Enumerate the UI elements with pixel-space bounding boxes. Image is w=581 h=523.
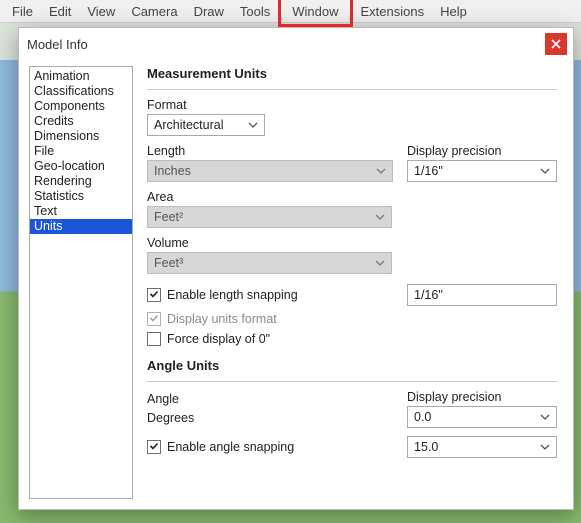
chevron-down-icon — [376, 168, 386, 174]
menubar: File Edit View Camera Draw Tools Window … — [0, 0, 581, 23]
display-precision-value: 1/16" — [414, 164, 443, 178]
sidebar-item-units[interactable]: Units — [30, 219, 132, 234]
angle-units-heading: Angle Units — [147, 358, 557, 373]
main-panel: Measurement Units Format Architectural L… — [133, 66, 563, 499]
measurement-units-heading: Measurement Units — [147, 66, 557, 81]
chevron-down-icon — [375, 214, 385, 220]
enable-angle-snapping-checkbox[interactable] — [147, 440, 161, 454]
enable-length-snapping-checkbox[interactable] — [147, 288, 161, 302]
angle-precision-value: 0.0 — [414, 410, 431, 424]
angle-precision-label: Display precision — [407, 390, 557, 404]
length-value: Inches — [154, 164, 191, 178]
chevron-down-icon — [375, 260, 385, 266]
enable-angle-snapping-label: Enable angle snapping — [167, 440, 294, 454]
dialog-titlebar[interactable]: Model Info — [19, 28, 573, 60]
display-units-format-checkbox — [147, 312, 161, 326]
category-sidebar: Animation Classifications Components Cre… — [29, 66, 133, 499]
sidebar-item-classifications[interactable]: Classifications — [30, 84, 132, 99]
sidebar-item-rendering[interactable]: Rendering — [30, 174, 132, 189]
menu-file[interactable]: File — [4, 2, 41, 21]
close-button[interactable] — [545, 33, 567, 55]
volume-label: Volume — [147, 236, 557, 250]
sidebar-item-components[interactable]: Components — [30, 99, 132, 114]
area-select: Feet² — [147, 206, 392, 228]
angle-precision-select[interactable]: 0.0 — [407, 406, 557, 428]
format-label: Format — [147, 98, 557, 112]
menu-window[interactable]: Window — [278, 0, 352, 27]
dialog-title: Model Info — [27, 37, 88, 52]
checkmark-icon — [149, 312, 159, 326]
menu-view[interactable]: View — [79, 2, 123, 21]
checkmark-icon — [149, 288, 159, 302]
chevron-down-icon — [540, 414, 550, 420]
length-label: Length — [147, 144, 393, 158]
model-info-dialog: Model Info Animation Classifications Com… — [18, 27, 574, 510]
menu-draw[interactable]: Draw — [186, 2, 232, 21]
menu-edit[interactable]: Edit — [41, 2, 79, 21]
display-precision-label: Display precision — [407, 144, 557, 158]
length-snapping-value: 1/16" — [414, 288, 443, 302]
length-snapping-input[interactable]: 1/16" — [407, 284, 557, 306]
chevron-down-icon — [540, 168, 550, 174]
sidebar-item-file[interactable]: File — [30, 144, 132, 159]
angle-label: Angle — [147, 392, 393, 406]
force-display-checkbox[interactable] — [147, 332, 161, 346]
close-icon — [551, 37, 561, 52]
force-display-label: Force display of 0" — [167, 332, 270, 346]
menu-help[interactable]: Help — [432, 2, 475, 21]
divider — [147, 381, 557, 382]
chevron-down-icon — [540, 444, 550, 450]
sidebar-item-animation[interactable]: Animation — [30, 69, 132, 84]
sidebar-item-statistics[interactable]: Statistics — [30, 189, 132, 204]
sidebar-item-text[interactable]: Text — [30, 204, 132, 219]
checkmark-icon — [149, 440, 159, 454]
length-select: Inches — [147, 160, 393, 182]
menu-tools[interactable]: Tools — [232, 2, 278, 21]
sidebar-item-credits[interactable]: Credits — [30, 114, 132, 129]
sidebar-item-geo-location[interactable]: Geo-location — [30, 159, 132, 174]
menu-extensions[interactable]: Extensions — [353, 2, 433, 21]
angle-snapping-value: 15.0 — [414, 440, 438, 454]
format-select[interactable]: Architectural — [147, 114, 265, 136]
angle-value: Degrees — [147, 408, 393, 428]
area-label: Area — [147, 190, 557, 204]
menu-camera[interactable]: Camera — [123, 2, 185, 21]
divider — [147, 89, 557, 90]
area-value: Feet² — [154, 210, 183, 224]
chevron-down-icon — [248, 122, 258, 128]
volume-select: Feet³ — [147, 252, 392, 274]
angle-snapping-select[interactable]: 15.0 — [407, 436, 557, 458]
display-precision-select[interactable]: 1/16" — [407, 160, 557, 182]
sidebar-item-dimensions[interactable]: Dimensions — [30, 129, 132, 144]
format-value: Architectural — [154, 118, 223, 132]
volume-value: Feet³ — [154, 256, 183, 270]
enable-length-snapping-label: Enable length snapping — [167, 288, 298, 302]
display-units-format-label: Display units format — [167, 312, 277, 326]
